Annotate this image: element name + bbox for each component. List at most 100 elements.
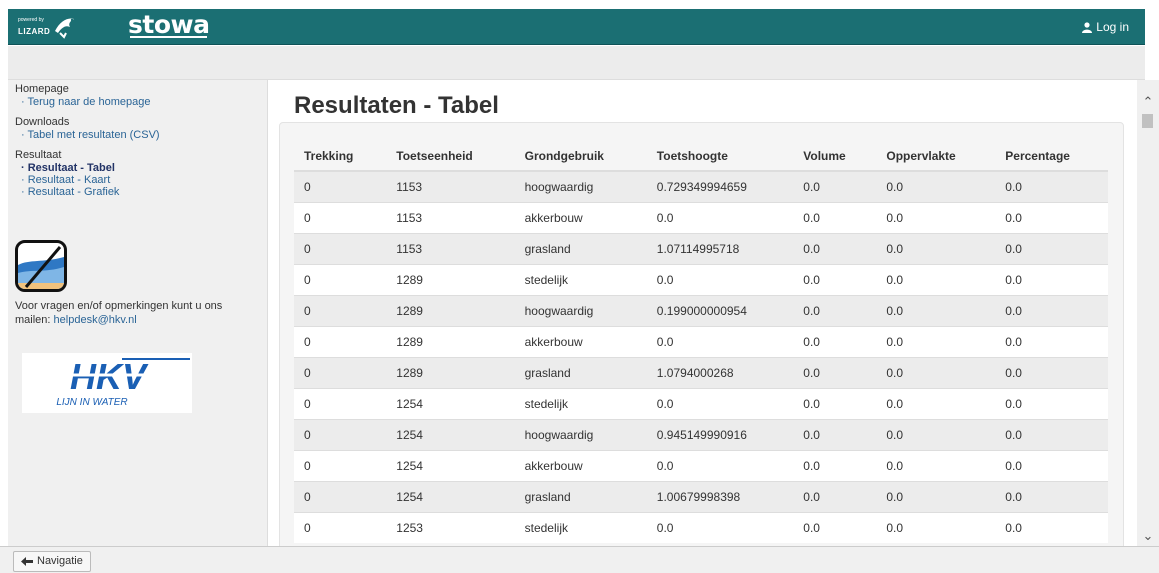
table-cell: 0.0 [995, 356, 1108, 388]
nav-group-resultaat: Resultaat · Resultaat - Tabel · Resultaa… [15, 149, 267, 198]
table-cell: 0 [294, 356, 387, 388]
table-cell: 0.0 [995, 325, 1108, 357]
top-navbar: powered by LIZARD stowa Log in [8, 9, 1145, 45]
vertical-scrollbar[interactable]: ⌃ ⌄ [1137, 80, 1159, 546]
table-cell: 0 [294, 232, 387, 264]
table-cell: 0.0 [876, 170, 996, 202]
nav-item-resultaat-tabel[interactable]: · Resultaat - Tabel [15, 162, 267, 174]
table-cell: 0.0 [995, 480, 1108, 512]
table-cell: 1153 [386, 232, 515, 264]
column-header: Oppervlakte [876, 141, 996, 172]
sub-toolbar [8, 46, 1145, 80]
table-cell: akkerbouw [514, 325, 647, 357]
table-cell: 0.0 [646, 387, 794, 419]
scroll-up-icon[interactable]: ⌃ [1140, 94, 1156, 110]
table-header-row: Trekking Toetseenheid Grondgebruik Toetshoo… [294, 141, 1108, 172]
table-cell: 0.199000000954 [646, 294, 794, 326]
table-cell: 1254 [386, 449, 515, 481]
user-icon [1082, 21, 1093, 33]
table-cell: akkerbouw [514, 201, 647, 233]
column-header: Toetshoogte [646, 141, 794, 172]
hkv-logo[interactable]: HKV LIJN IN WATER [22, 353, 192, 413]
table-cell: 1153 [386, 170, 515, 202]
navigatie-label: Navigatie [37, 555, 83, 567]
table-cell: 0.0 [646, 201, 794, 233]
table-cell: 0.0 [646, 511, 794, 543]
nav-item-resultaat-kaart[interactable]: · Resultaat - Kaart [15, 174, 267, 186]
column-header: Trekking [294, 141, 387, 172]
table-row: 0 1253 stedelijk 0.0 0.0 0.0 0.0 [294, 511, 1108, 543]
table-cell: 0 [294, 511, 387, 543]
nav-heading-resultaat: Resultaat [15, 149, 62, 161]
table-cell: 0.0 [876, 511, 996, 543]
table-cell: 0.0 [995, 263, 1108, 295]
table-row: 0 1254 akkerbouw 0.0 0.0 0.0 0.0 [294, 449, 1108, 481]
table-cell: 0 [294, 418, 387, 450]
lizard-powered-by: powered by [18, 17, 44, 23]
table-cell: grasland [514, 356, 647, 388]
table-cell: 0.0 [793, 480, 877, 512]
table-cell: 0.0 [876, 387, 996, 419]
table-cell: 1.00679998398 [646, 480, 794, 512]
table-cell: grasland [514, 232, 647, 264]
table-cell: akkerbouw [514, 449, 647, 481]
table-cell: 0.0 [793, 449, 877, 481]
table-row: 0 1153 grasland 1.07114995718 0.0 0.0 0.0 [294, 232, 1108, 264]
table-row: 0 1289 hoogwaardig 0.199000000954 0.0 0.0 0.0 [294, 294, 1108, 326]
table-cell: 0 [294, 294, 387, 326]
lizard-logo[interactable]: powered by LIZARD [18, 12, 80, 42]
table-row: 0 1153 hoogwaardig 0.729349994659 0.0 0.0 0.0 [294, 170, 1108, 202]
nav-item-download-csv[interactable]: · Tabel met resultaten (CSV) [15, 129, 267, 141]
arrow-left-icon [21, 557, 33, 566]
table-cell: 0.0 [876, 480, 996, 512]
results-panel: Trekking Toetseenheid Grondgebruik Toetshoo… [279, 122, 1124, 546]
stowa-logo[interactable]: stowa [128, 11, 210, 39]
water-slope-icon [18, 246, 64, 289]
table-cell: 0.0 [793, 170, 877, 202]
table-cell: 0.0 [995, 418, 1108, 450]
table-cell: 0.0 [995, 232, 1108, 264]
table-cell: hoogwaardig [514, 170, 647, 202]
table-row: 0 1254 grasland 1.00679998398 0.0 0.0 0.0 [294, 480, 1108, 512]
table-cell: 1289 [386, 356, 515, 388]
table-cell: 1.0794000268 [646, 356, 794, 388]
table-cell: 0 [294, 449, 387, 481]
table-row: 0 1289 akkerbouw 0.0 0.0 0.0 0.0 [294, 325, 1108, 357]
contact-text: Voor vragen en/of opmerkingen kunt u ons… [15, 300, 223, 326]
table-cell: hoogwaardig [514, 418, 647, 450]
scroll-down-icon[interactable]: ⌄ [1140, 528, 1156, 544]
table-cell: 1153 [386, 201, 515, 233]
table-cell: 1254 [386, 480, 515, 512]
table-cell: 1289 [386, 325, 515, 357]
table-cell: 0.0 [876, 325, 996, 357]
table-cell: stedelijk [514, 511, 647, 543]
table-cell: 0.0 [793, 294, 877, 326]
table-cell: 0.0 [995, 170, 1108, 202]
table-cell: 1.07114995718 [646, 232, 794, 264]
table-cell: 0.0 [876, 232, 996, 264]
nav-group-homepage: Homepage · Terug naar de homepage [15, 83, 267, 108]
table-cell: 0.0 [646, 325, 794, 357]
table-row: 0 1254 hoogwaardig 0.945149990916 0.0 0.0 0.0 [294, 418, 1108, 450]
table-cell: 0.0 [646, 263, 794, 295]
table-cell: 0.0 [995, 449, 1108, 481]
nav-item-resultaat-grafiek[interactable]: · Resultaat - Grafiek [15, 186, 267, 198]
helpdesk-email-link[interactable]: helpdesk@hkv.nl [54, 314, 137, 326]
scroll-thumb[interactable] [1142, 114, 1153, 128]
lizard-wordmark: LIZARD [18, 27, 51, 36]
table-cell: 0.0 [793, 201, 877, 233]
table-cell: 0.0 [876, 418, 996, 450]
login-label: Log in [1096, 20, 1129, 34]
table-cell: 0.0 [876, 449, 996, 481]
table-row: 0 1289 grasland 1.0794000268 0.0 0.0 0.0 [294, 356, 1108, 388]
table-cell: 0.0 [793, 511, 877, 543]
nav-item-back-homepage[interactable]: · Terug naar de homepage [15, 96, 267, 108]
nav-heading-homepage: Homepage [15, 83, 69, 95]
results-table: Trekking Toetseenheid Grondgebruik Toetshoo… [294, 141, 1108, 543]
nav-heading-downloads: Downloads [15, 116, 70, 128]
login-link[interactable]: Log in [1082, 20, 1129, 34]
table-cell: 0 [294, 325, 387, 357]
page-title: Resultaten - Tabel [294, 92, 499, 119]
table-cell: 1254 [386, 418, 515, 450]
navigatie-button[interactable]: Navigatie [13, 551, 91, 572]
